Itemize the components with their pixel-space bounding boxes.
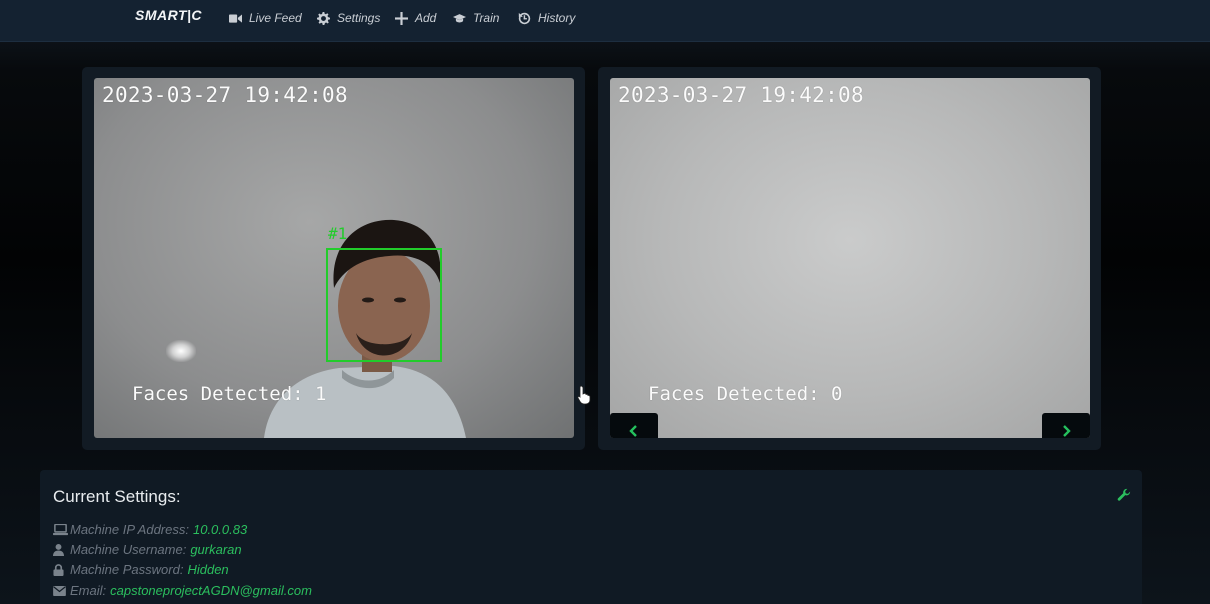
setting-label: Machine Username:: [70, 542, 187, 557]
nav-train[interactable]: Train: [452, 11, 499, 25]
setting-email: Email: capstoneprojectAGDN@gmail.com: [53, 583, 312, 598]
setting-label: Machine Password:: [70, 562, 184, 577]
settings-title: Current Settings:: [53, 487, 181, 506]
camera-panel-2: 2023-03-27 19:42:08 Faces Detected: 0: [598, 67, 1101, 450]
current-settings-panel: Current Settings: Machine IP Address: 10…: [40, 470, 1142, 604]
setting-ip-address: Machine IP Address: 10.0.0.83: [53, 522, 247, 537]
plus-icon: [394, 11, 408, 25]
navbar: SMART|C Live Feed Settings Add Train His…: [0, 0, 1210, 42]
setting-password: Machine Password: Hidden: [53, 562, 229, 577]
laptop-icon: [53, 523, 69, 536]
setting-value: capstoneprojectAGDN@gmail.com: [110, 583, 312, 598]
face-id-label: #1: [328, 224, 348, 243]
nav-settings-label: Settings: [337, 11, 381, 25]
history-icon: [517, 11, 531, 25]
setting-value: gurkaran: [190, 542, 242, 557]
camera-feed-2[interactable]: 2023-03-27 19:42:08 Faces Detected: 0: [610, 78, 1090, 438]
user-icon: [53, 543, 69, 556]
nav-history[interactable]: History: [517, 11, 575, 25]
nav-history-label: History: [538, 11, 576, 25]
nav-add[interactable]: Add: [394, 11, 436, 25]
setting-value: Hidden: [187, 562, 229, 577]
setting-username: Machine Username: gurkaran: [53, 542, 242, 557]
nav-settings[interactable]: Settings: [316, 11, 380, 25]
camera-panel-1: #1 2023-03-27 19:42:08 Faces Detected: 1: [82, 67, 585, 450]
nav-train-label: Train: [473, 11, 500, 25]
nav-add-label: Add: [415, 11, 437, 25]
brand-logo[interactable]: SMART|C: [135, 7, 202, 23]
wrench-icon[interactable]: [1117, 488, 1131, 502]
setting-label: Email:: [70, 583, 107, 598]
gear-icon: [316, 11, 330, 25]
chevron-left-icon: [629, 425, 637, 437]
nav-live-feed[interactable]: Live Feed: [228, 11, 302, 25]
faces-detected-label: Faces Detected: 0: [648, 383, 843, 405]
envelope-icon: [53, 584, 69, 597]
video-camera-icon: [228, 11, 242, 25]
setting-label: Machine IP Address:: [70, 522, 189, 537]
chevron-right-icon: [1063, 425, 1071, 437]
feed-timestamp: 2023-03-27 19:42:08: [102, 83, 348, 107]
nav-live-feed-label: Live Feed: [249, 11, 302, 25]
camera-feed-1[interactable]: #1 2023-03-27 19:42:08 Faces Detected: 1: [94, 78, 574, 438]
graduation-cap-icon: [452, 11, 466, 25]
next-camera-button[interactable]: [1042, 413, 1090, 438]
lock-icon: [53, 563, 69, 576]
feed-timestamp: 2023-03-27 19:42:08: [618, 83, 864, 107]
mouse-cursor-icon: [577, 385, 591, 405]
faces-detected-label: Faces Detected: 1: [132, 383, 327, 405]
face-detection-box: [326, 248, 442, 362]
previous-camera-button[interactable]: [610, 413, 658, 438]
setting-value: 10.0.0.83: [192, 522, 248, 537]
